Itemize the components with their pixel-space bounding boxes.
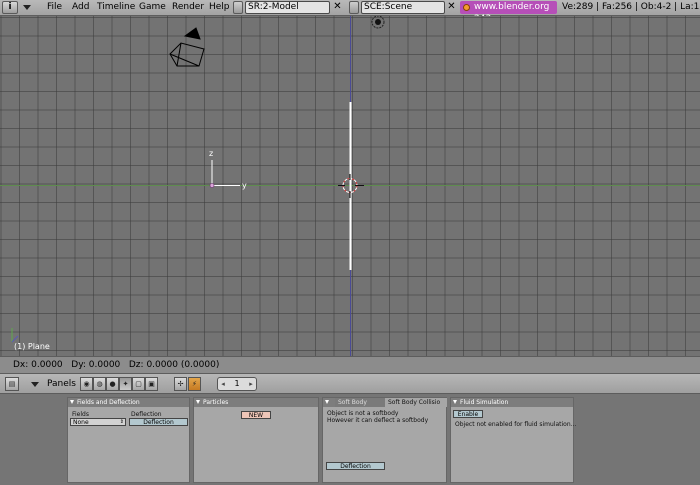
fields-label: Fields — [72, 411, 89, 418]
screen-browse-button[interactable] — [233, 1, 243, 14]
panel-collapse-icon[interactable] — [70, 400, 74, 404]
fields-deflection-panel: Fields and Deflection Fields Deflection … — [67, 397, 190, 483]
camera-object — [169, 27, 205, 67]
panel-collapse-icon[interactable] — [325, 400, 329, 404]
buttons-window: Fields and Deflection Fields Deflection … — [0, 394, 700, 485]
viewport-drawing — [0, 16, 700, 356]
new-particles-button[interactable]: NEW — [241, 411, 271, 419]
menu-help[interactable]: Help — [209, 2, 230, 13]
page-number: 1 — [234, 379, 240, 388]
menu-add[interactable]: Add — [72, 2, 89, 13]
softbody-status-text: Object is not a softbody — [327, 410, 399, 417]
fluid-simulation-panel: Fluid Simulation Enable Object not enabl… — [450, 397, 577, 483]
softbody-deflect-text: However it can deflect a softbody — [327, 417, 429, 424]
gizmo-y-label: y — [242, 181, 247, 190]
transform-readout: Dx: 0.0000 Dy: 0.0000 Dz: 0.0000 (0.0000… — [13, 360, 220, 370]
scene-browse-button[interactable] — [349, 1, 359, 14]
window-type-icon[interactable]: ▤ — [5, 377, 19, 391]
next-page-icon[interactable]: ▸ — [247, 378, 255, 390]
screen-delete-button[interactable]: ✕ — [331, 1, 344, 14]
fluid-simulation-panel-header[interactable]: Fluid Simulation — [451, 398, 573, 407]
softbody-panel: Soft Body Soft Body Collisio Object is n… — [322, 397, 447, 483]
blender-logo-icon — [463, 4, 470, 11]
menu-game[interactable]: Game — [139, 2, 166, 13]
softbody-deflection-toggle[interactable]: Deflection — [326, 462, 385, 470]
deflection-label: Deflection — [131, 411, 162, 418]
view-axis-indicator — [11, 328, 19, 343]
info-icon[interactable]: i — [2, 1, 18, 14]
scene-stats: Ve:289 | Fa:256 | Ob:4-2 | La:1 | M — [562, 2, 700, 12]
object-context-icon[interactable]: ✦ — [119, 377, 132, 391]
panel-collapse-icon[interactable] — [196, 400, 200, 404]
lamp-object — [371, 16, 385, 29]
prev-page-icon[interactable]: ◂ — [219, 378, 227, 390]
fluid-status-text: Object not enabled for fluid simulation.… — [455, 421, 577, 428]
shading-context-icon[interactable]: ● — [106, 377, 119, 391]
scene-context-icon[interactable]: ▣ — [145, 377, 158, 391]
softbody-panel-header: Soft Body Soft Body Collisio — [323, 398, 447, 407]
field-type-select[interactable]: None ⇕ — [70, 418, 126, 426]
dx-value: 0.0000 — [31, 360, 63, 370]
particles-panel: Particles NEW — [193, 397, 319, 483]
scene-name-field[interactable]: SCE:Scene — [361, 1, 445, 14]
menu-timeline[interactable]: Timeline — [97, 2, 135, 13]
transform-gizmo — [209, 160, 240, 188]
fluid-enable-button[interactable]: Enable — [453, 410, 483, 418]
physics-subcontext-icon[interactable]: ⚡ — [188, 377, 201, 391]
scene-delete-button[interactable]: ✕ — [445, 1, 458, 14]
logic-context-icon[interactable]: ◉ — [80, 377, 93, 391]
dz-value: 0.0000 — [146, 360, 178, 370]
collapse-menu-icon[interactable] — [31, 382, 39, 387]
info-header: i File Add Timeline Game Render Help SR:… — [0, 0, 700, 24]
screen-name-field[interactable]: SR:2-Model — [245, 1, 330, 14]
script-context-icon[interactable]: ◍ — [93, 377, 106, 391]
dropdown-icon: ⇕ — [119, 419, 124, 425]
transform-status-bar: Dx: 0.0000 Dy: 0.0000 Dz: 0.0000 (0.0000… — [0, 356, 700, 374]
buttons-window-header: ▤ Panels ◉ ◍ ● ✦ ▢ ▣ ✢ ⚡ ◂ 1 ▸ — [0, 374, 700, 394]
deflection-toggle[interactable]: Deflection — [129, 418, 188, 426]
editing-context-icon[interactable]: ▢ — [132, 377, 145, 391]
menu-collapse-icon[interactable] — [23, 5, 31, 10]
blender-url-link[interactable]: www.blender.org 243 — [460, 1, 557, 24]
panels-menu[interactable]: Panels — [47, 379, 76, 390]
panel-collapse-icon[interactable] — [453, 400, 457, 404]
page-number-field[interactable]: ◂ 1 ▸ — [217, 377, 257, 391]
menu-render[interactable]: Render — [172, 2, 204, 13]
menu-file[interactable]: File — [47, 2, 62, 13]
3d-viewport[interactable]: y z (1) Plane — [0, 16, 700, 356]
gizmo-z-label: z — [209, 149, 214, 158]
tab-soft-body[interactable]: Soft Body — [335, 398, 385, 407]
total-value: (0.0000) — [180, 360, 220, 370]
object-subcontext-icon[interactable]: ✢ — [174, 377, 187, 391]
particles-panel-header[interactable]: Particles — [194, 398, 318, 407]
tab-soft-body-collision[interactable]: Soft Body Collisio — [385, 398, 447, 407]
fields-deflection-panel-header[interactable]: Fields and Deflection — [68, 398, 189, 407]
dy-value: 0.0000 — [88, 360, 121, 370]
active-object-label: (1) Plane — [14, 342, 50, 351]
